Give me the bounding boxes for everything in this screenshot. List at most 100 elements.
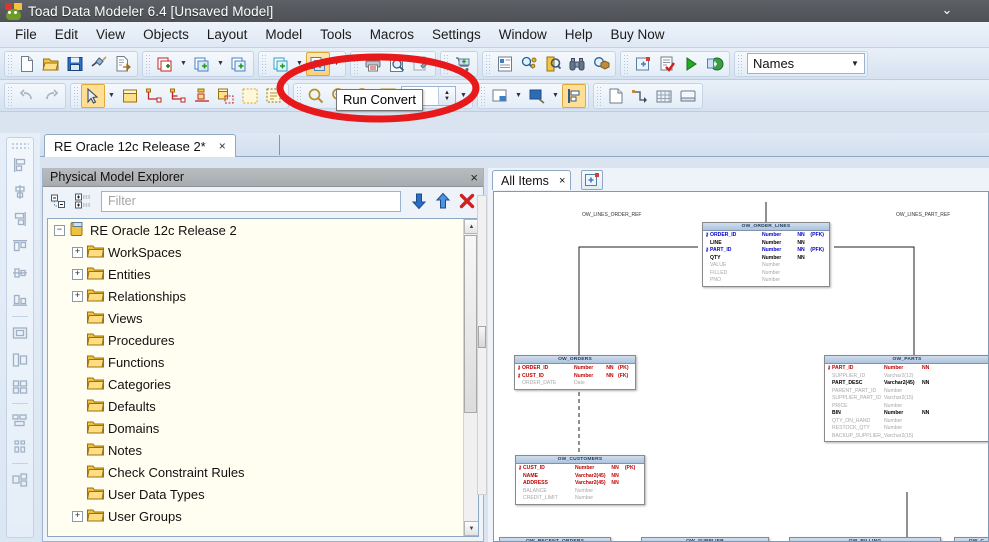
canvas-vertical-scrollbar[interactable] [477,195,487,495]
same-height-icon[interactable] [7,374,33,400]
tree-node[interactable]: − RE Oracle 12c Release 2 [52,219,478,241]
multi-add-icon[interactable] [269,52,293,76]
tree-node[interactable]: Notes [70,439,478,461]
menu-item-objects[interactable]: Objects [134,24,198,45]
tree-node[interactable]: Defaults [70,395,478,417]
entity-attribute-row[interactable]: RESTOCK_QTY Number [825,425,988,433]
tree-node[interactable]: + User Groups [70,505,478,527]
add-green-dropdown[interactable]: ▼ [214,52,227,76]
relationship-label[interactable]: OW_LINES_ORDER_REF [582,212,641,218]
toolbar-grip[interactable] [480,85,486,106]
relation-nm-icon[interactable] [166,84,190,108]
tree-expander-plus[interactable]: + [72,268,83,280]
toolbar-grip[interactable] [145,53,151,74]
add-red-icon[interactable] [153,52,177,76]
select-dropdown[interactable]: ▼ [105,84,118,108]
tree-node[interactable]: + Relationships [70,285,478,307]
grid-icon[interactable] [652,84,676,108]
add-blue-icon[interactable] [227,52,251,76]
add-green-icon[interactable] [190,52,214,76]
relation-1n-icon[interactable] [142,84,166,108]
menu-item-file[interactable]: File [6,24,46,45]
toolbar-grip[interactable] [7,85,13,106]
save-model-icon[interactable] [63,52,87,76]
align-bottom-icon[interactable] [7,287,33,313]
entity-attribute-row[interactable]: PNO Number [703,277,829,285]
open-model-icon[interactable] [39,52,63,76]
cart-icon[interactable] [451,52,475,76]
toolbar-grip[interactable] [485,53,491,74]
entity-attribute-row[interactable]: NAME Varchar2(45) NN [516,473,644,481]
entity-attribute-row[interactable]: ADDRESS Varchar2(45) NN [516,480,644,488]
report-icon[interactable] [493,52,517,76]
tree-node[interactable]: User Data Types [70,483,478,505]
window-icon[interactable] [676,84,700,108]
same-size-icon[interactable] [7,320,33,346]
entity-box[interactable]: OW_ORDER_LINES ⚷ ORDER_ID Number NN (PFK) LINE… [702,222,830,287]
entity-attribute-row[interactable]: SUPPLIER_ID Varchar2(12) [825,373,988,381]
arrow-up-icon[interactable] [433,191,453,211]
zoom-dropdown[interactable]: ▼ [457,84,470,108]
same-width-icon[interactable] [7,347,33,373]
close-icon[interactable]: × [216,139,229,153]
entity-attribute-row[interactable]: ⚷ CUST_ID Number NN (PK) [516,465,644,473]
filter-input[interactable]: Filter [101,190,401,212]
binoculars-icon[interactable] [565,52,589,76]
menu-item-settings[interactable]: Settings [423,24,490,45]
toolbar-grip[interactable] [296,85,302,106]
space-horizontal-icon[interactable] [7,407,33,433]
entity-box[interactable]: OW_C⚷CUNAAD [954,537,988,541]
entity-attribute-row[interactable]: SUPPLIER_PART_ID Varchar2(15) [825,395,988,403]
area-icon[interactable] [238,84,262,108]
print-icon[interactable] [361,52,385,76]
toolbar-grip[interactable] [7,53,13,74]
clear-red-x-icon[interactable] [457,191,477,211]
er-diagram-canvas[interactable]: OW_LINES_ORDER_REF OW_LINES_PART_REF OW_OR… [493,191,989,542]
menu-item-buy-now[interactable]: Buy Now [602,24,674,45]
view-icon[interactable] [214,84,238,108]
multi-add-dropdown[interactable]: ▼ [293,52,306,76]
redo-icon[interactable] [39,84,63,108]
toolbar-grip[interactable] [73,85,79,106]
entity-attribute-row[interactable]: BALANCE Number [516,488,644,496]
entity-attribute-row[interactable]: QTY Number NN [703,255,829,263]
legend-icon[interactable] [488,84,512,108]
scroll-down-button[interactable]: ▼ [464,521,478,536]
verify-model-icon[interactable] [655,52,679,76]
chevron-down-icon[interactable]: ▼ [846,54,864,73]
tree-node[interactable]: Check Constraint Rules [70,461,478,483]
align-top-icon[interactable] [7,233,33,259]
entity-box[interactable]: OW_RECENT_ORDERSORDER_IDNumberNNCUST_IDN… [499,537,611,541]
line-route-icon[interactable] [628,84,652,108]
note-icon[interactable] [262,84,286,108]
connect-icon[interactable] [87,52,111,76]
entity-attribute-row[interactable]: PART_DESC Varchar2(45) NN [825,380,988,388]
entity-attribute-row[interactable]: BIN Number NN [825,410,988,418]
collapse-all-icon[interactable] [49,191,69,211]
entity-attribute-row[interactable]: ⚷ PART_ID Number NN (PFK) [703,247,829,255]
export-icon[interactable] [111,52,135,76]
shading-icon[interactable] [525,84,549,108]
add-red-dropdown[interactable]: ▼ [177,52,190,76]
entity-attribute-row[interactable]: BACKUP_SUPPLIER_ID Varchar2(15) [825,433,988,441]
print-preview-icon[interactable] [385,52,409,76]
align-middle-icon[interactable] [7,260,33,286]
toolbar-grip[interactable] [623,53,629,74]
toolbar-grip[interactable] [353,53,359,74]
tree-expander-plus[interactable]: + [72,290,83,302]
entity-box[interactable]: OW_BILLINGCUST_IDNumber(38,0)NNNAMEVarch… [789,537,941,541]
scroll-thumb[interactable] [478,326,486,348]
entity-attribute-row[interactable]: ⚷ ORDER_ID Number NN (PK) [515,365,635,373]
tree-expander-minus[interactable]: − [54,224,65,236]
tree-expander-plus[interactable]: + [72,510,83,522]
expand-all-icon[interactable] [73,191,93,211]
diagram-tab-all-items[interactable]: All Items × [492,170,572,190]
entity-icon[interactable] [118,84,142,108]
toolbar-grip[interactable] [596,85,602,106]
new-model-icon[interactable] [15,52,39,76]
entity-attribute-row[interactable]: ORDER_DATE Date [515,380,635,388]
page-icon[interactable] [604,84,628,108]
menu-item-help[interactable]: Help [556,24,602,45]
menu-item-macros[interactable]: Macros [361,24,423,45]
select-arrow-icon[interactable] [81,83,105,108]
